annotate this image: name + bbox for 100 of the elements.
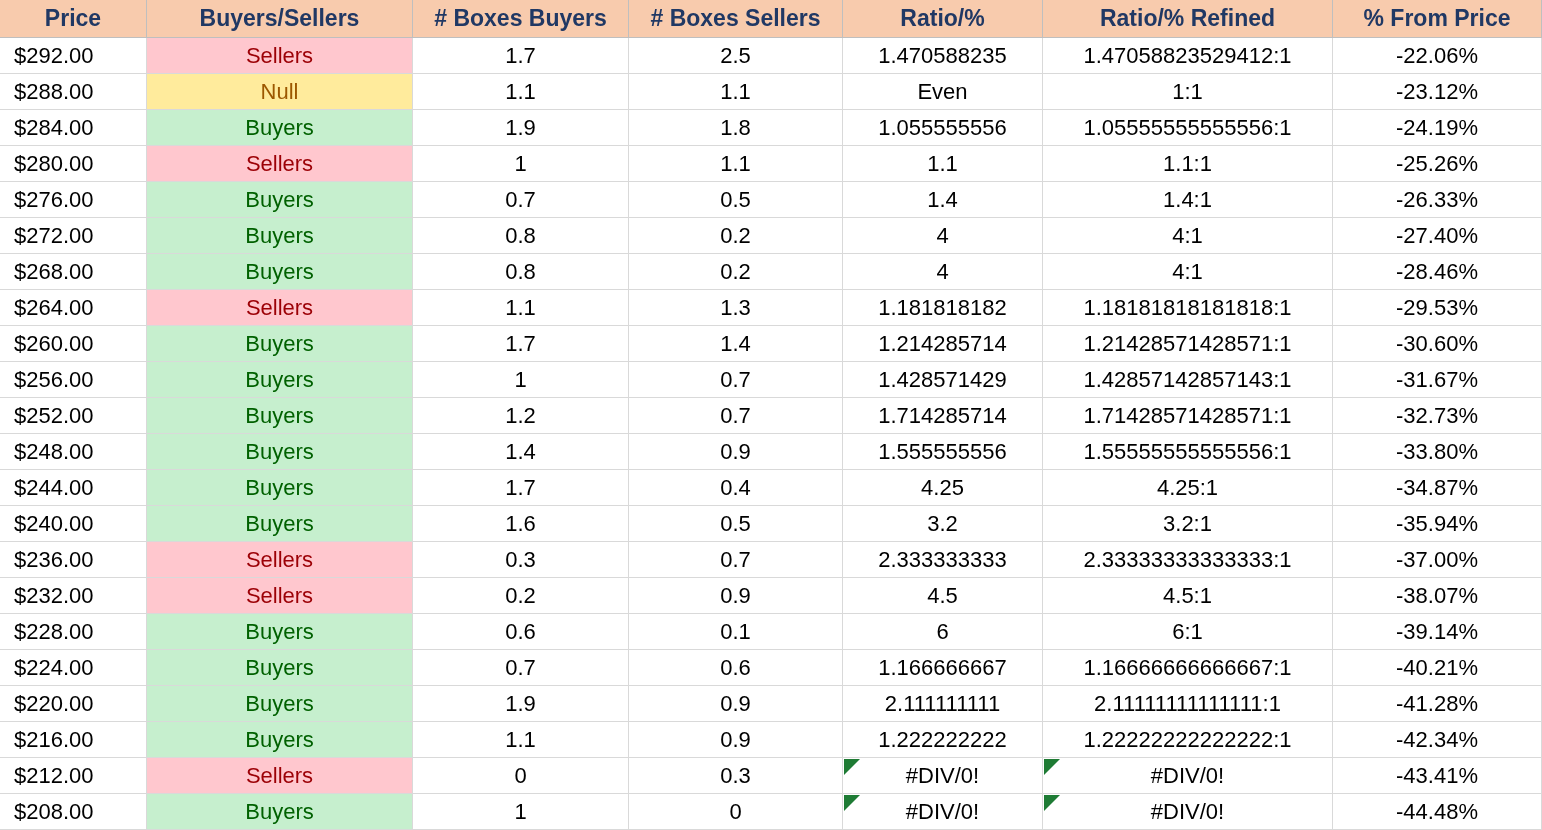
table-cell: 1.7 bbox=[413, 38, 629, 74]
table-cell: 0.9 bbox=[629, 578, 843, 614]
column-header: Price bbox=[0, 0, 147, 38]
table-cell: 1.71428571428571:1 bbox=[1043, 398, 1333, 434]
table-cell: -39.14% bbox=[1333, 614, 1542, 650]
table-cell: -25.26% bbox=[1333, 146, 1542, 182]
table-cell: 1 bbox=[413, 794, 629, 830]
signal-cell: Buyers bbox=[147, 722, 413, 758]
table-cell: -37.00% bbox=[1333, 542, 1542, 578]
signal-cell: Buyers bbox=[147, 650, 413, 686]
table-cell: -38.07% bbox=[1333, 578, 1542, 614]
table-cell: 0.9 bbox=[629, 434, 843, 470]
table-cell: 1.7 bbox=[413, 470, 629, 506]
signal-cell: Buyers bbox=[147, 326, 413, 362]
error-indicator-icon bbox=[1044, 795, 1060, 811]
table-cell: 1.05555555555556:1 bbox=[1043, 110, 1333, 146]
table-cell: 6 bbox=[843, 614, 1043, 650]
table-cell: 6:1 bbox=[1043, 614, 1333, 650]
table-cell: 0.1 bbox=[629, 614, 843, 650]
table-cell: 1.3 bbox=[629, 290, 843, 326]
table-cell: 1 bbox=[413, 146, 629, 182]
signal-cell: Null bbox=[147, 74, 413, 110]
table-cell: -44.48% bbox=[1333, 794, 1542, 830]
table-cell: 1.4 bbox=[629, 326, 843, 362]
table-cell: 1.1 bbox=[413, 722, 629, 758]
table-cell: 1.22222222222222:1 bbox=[1043, 722, 1333, 758]
table-cell: 1.4:1 bbox=[1043, 182, 1333, 218]
table-cell: 0 bbox=[413, 758, 629, 794]
table-cell: 1.4 bbox=[843, 182, 1043, 218]
table-cell: -31.67% bbox=[1333, 362, 1542, 398]
signal-cell: Buyers bbox=[147, 218, 413, 254]
table-cell: 1.1 bbox=[843, 146, 1043, 182]
table-cell: -22.06% bbox=[1333, 38, 1542, 74]
table-cell: 0.8 bbox=[413, 218, 629, 254]
signal-cell: Buyers bbox=[147, 506, 413, 542]
table-cell: 1.55555555555556:1 bbox=[1043, 434, 1333, 470]
signal-cell: Sellers bbox=[147, 290, 413, 326]
table-cell: 0.2 bbox=[629, 218, 843, 254]
table-cell: -23.12% bbox=[1333, 74, 1542, 110]
table-cell: -24.19% bbox=[1333, 110, 1542, 146]
table-cell: 1.214285714 bbox=[843, 326, 1043, 362]
table-cell: 1 bbox=[413, 362, 629, 398]
error-indicator-icon bbox=[844, 759, 860, 775]
table-cell: 1.7 bbox=[413, 326, 629, 362]
table-cell: -43.41% bbox=[1333, 758, 1542, 794]
signal-cell: Buyers bbox=[147, 110, 413, 146]
table-cell: 2.333333333 bbox=[843, 542, 1043, 578]
table-cell: 0.7 bbox=[629, 542, 843, 578]
table-cell: 0.7 bbox=[413, 650, 629, 686]
table-cell: -28.46% bbox=[1333, 254, 1542, 290]
table-cell: 1:1 bbox=[1043, 74, 1333, 110]
table-cell: Even bbox=[843, 74, 1043, 110]
table-cell: 0.9 bbox=[629, 686, 843, 722]
table-cell: -32.73% bbox=[1333, 398, 1542, 434]
table-cell: 1.181818182 bbox=[843, 290, 1043, 326]
table-cell: #DIV/0! bbox=[843, 758, 1043, 794]
table-cell: 0.8 bbox=[413, 254, 629, 290]
error-indicator-icon bbox=[844, 795, 860, 811]
table-cell: 3.2 bbox=[843, 506, 1043, 542]
column-header: Ratio/% Refined bbox=[1043, 0, 1333, 38]
table-cell: 1.8 bbox=[629, 110, 843, 146]
signal-cell: Buyers bbox=[147, 254, 413, 290]
table-cell: 1.1 bbox=[413, 290, 629, 326]
signal-cell: Buyers bbox=[147, 434, 413, 470]
signal-cell: Buyers bbox=[147, 470, 413, 506]
table-cell: 0 bbox=[629, 794, 843, 830]
signal-cell: Buyers bbox=[147, 362, 413, 398]
table-cell: 1.1 bbox=[629, 146, 843, 182]
table-cell: 0.6 bbox=[629, 650, 843, 686]
table-cell: 1.18181818181818:1 bbox=[1043, 290, 1333, 326]
error-indicator-icon bbox=[1044, 759, 1060, 775]
table-cell: -40.21% bbox=[1333, 650, 1542, 686]
table-cell: #DIV/0! bbox=[1043, 794, 1333, 830]
signal-cell: Sellers bbox=[147, 146, 413, 182]
table-cell: 4.25:1 bbox=[1043, 470, 1333, 506]
table-cell: 1.1 bbox=[413, 74, 629, 110]
table-cell: -30.60% bbox=[1333, 326, 1542, 362]
table-cell: 0.2 bbox=[413, 578, 629, 614]
table-cell: 0.7 bbox=[629, 362, 843, 398]
signal-cell: Sellers bbox=[147, 38, 413, 74]
table-cell: 4.25 bbox=[843, 470, 1043, 506]
table-cell: 1.21428571428571:1 bbox=[1043, 326, 1333, 362]
column-header: # Boxes Buyers bbox=[413, 0, 629, 38]
table-cell: 1.9 bbox=[413, 110, 629, 146]
table-cell: 0.3 bbox=[413, 542, 629, 578]
table-cell: 1.42857142857143:1 bbox=[1043, 362, 1333, 398]
table-cell: 1.166666667 bbox=[843, 650, 1043, 686]
table-cell: 1.2 bbox=[413, 398, 629, 434]
table-cell: 1.6 bbox=[413, 506, 629, 542]
signal-cell: Buyers bbox=[147, 686, 413, 722]
table-cell: -42.34% bbox=[1333, 722, 1542, 758]
table-cell: 1.714285714 bbox=[843, 398, 1043, 434]
table-cell: 0.5 bbox=[629, 182, 843, 218]
column-header: % From Price bbox=[1333, 0, 1542, 38]
table-cell: 0.7 bbox=[413, 182, 629, 218]
column-header: # Boxes Sellers bbox=[629, 0, 843, 38]
signal-cell: Buyers bbox=[147, 794, 413, 830]
table-cell: 0.6 bbox=[413, 614, 629, 650]
table-cell: 2.11111111111111:1 bbox=[1043, 686, 1333, 722]
signal-cell: Sellers bbox=[147, 758, 413, 794]
